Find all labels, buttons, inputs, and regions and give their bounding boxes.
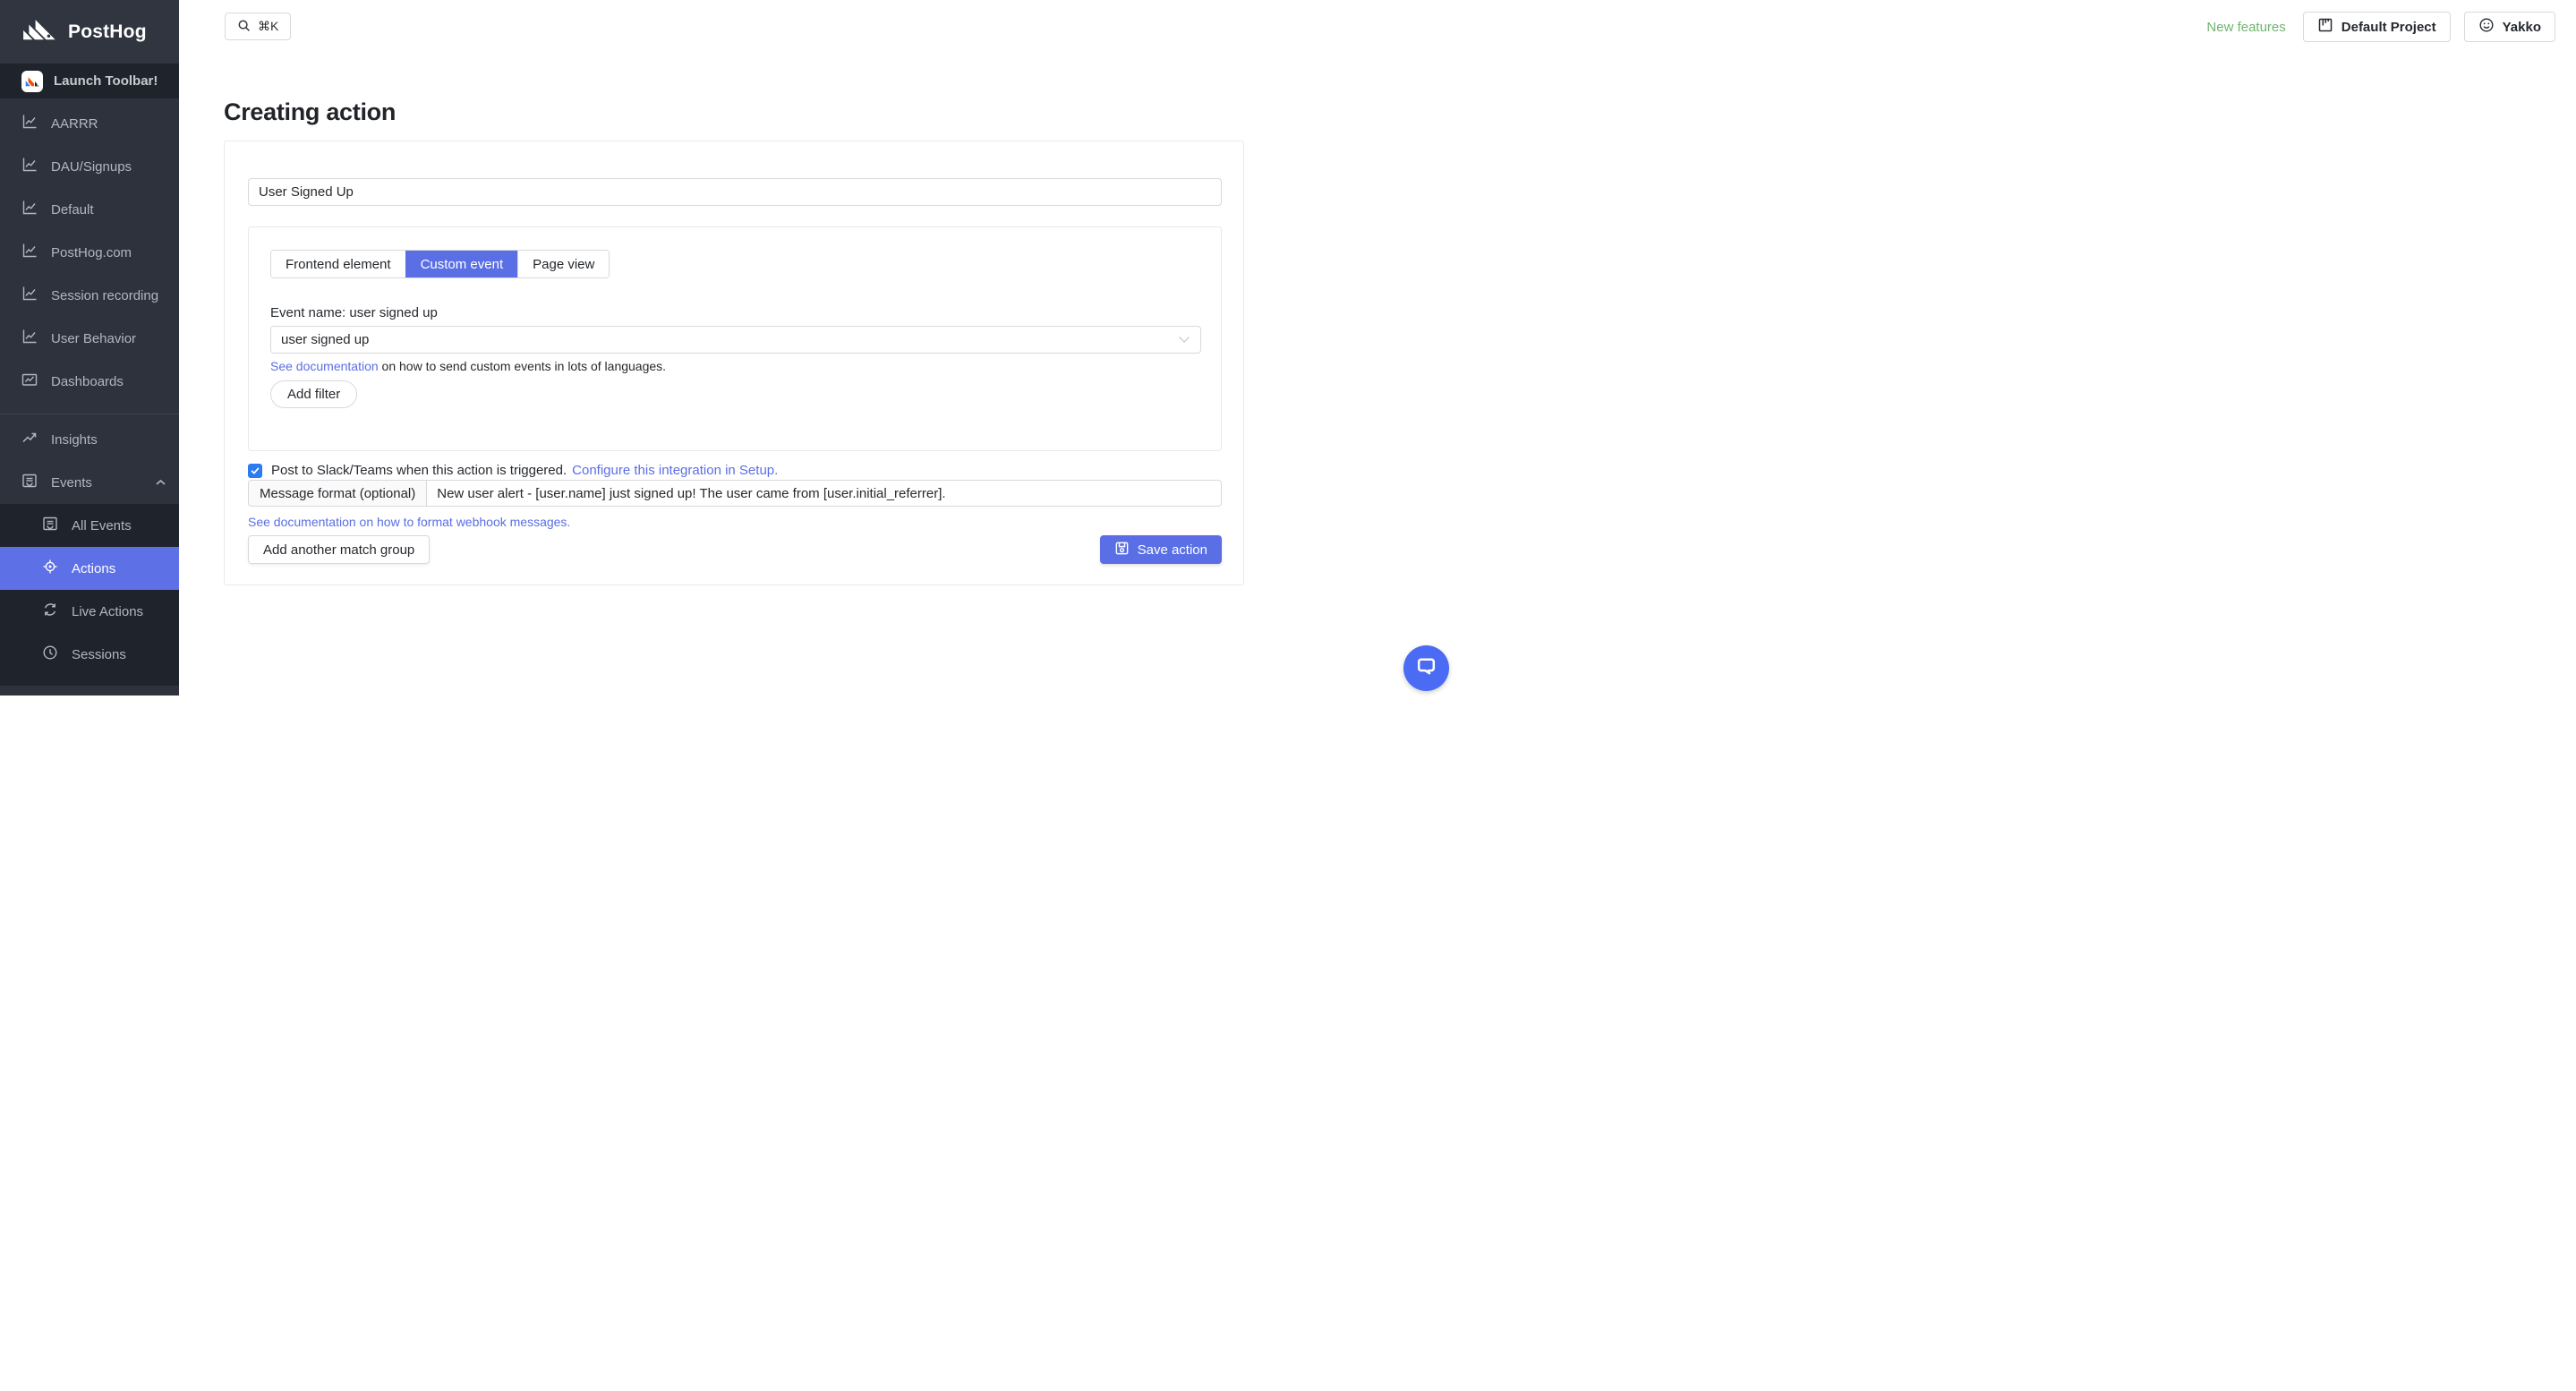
- message-format-group: Message format (optional): [248, 480, 1222, 507]
- launch-toolbar-label: Launch Toolbar!: [54, 73, 158, 89]
- posthog-logo-icon: [21, 18, 59, 47]
- main-content: ⌘K New features Default Project Yakko Cr…: [179, 0, 2576, 1391]
- project-icon: [2317, 17, 2333, 37]
- events-icon: [21, 473, 38, 492]
- user-menu-button[interactable]: Yakko: [2464, 12, 2555, 42]
- chat-widget-button[interactable]: [1403, 645, 1449, 691]
- sidebar-item-aarrr[interactable]: AARRR: [0, 102, 179, 145]
- launch-toolbar-button[interactable]: Launch Toolbar!: [0, 64, 179, 98]
- configure-integration-link[interactable]: Configure this integration in Setup.: [572, 463, 778, 478]
- new-features-link[interactable]: New features: [2206, 20, 2285, 35]
- sidebar-item-dashboards[interactable]: Dashboards: [0, 360, 179, 403]
- tab-frontend-element[interactable]: Frontend element: [271, 251, 405, 277]
- tab-page-view[interactable]: Page view: [517, 251, 609, 277]
- project-switcher-button[interactable]: Default Project: [2303, 12, 2451, 42]
- line-chart-icon: [21, 200, 38, 219]
- clock-icon: [42, 644, 58, 664]
- chevron-down-icon: [1178, 332, 1190, 347]
- sidebar-item-live-actions[interactable]: Live Actions: [0, 590, 179, 633]
- search-shortcut: ⌘K: [258, 19, 278, 34]
- search-button[interactable]: ⌘K: [225, 13, 291, 40]
- events-icon: [42, 516, 58, 535]
- chevron-up-icon: [155, 475, 166, 491]
- save-action-label: Save action: [1138, 542, 1207, 558]
- match-type-tabs: Frontend element Custom event Page view: [270, 250, 610, 278]
- event-name-label: Event name: user signed up: [270, 305, 438, 320]
- message-format-label: Message format (optional): [248, 480, 427, 507]
- page-title: Creating action: [224, 98, 396, 126]
- line-chart-icon: [21, 157, 38, 176]
- line-chart-icon: [21, 243, 38, 262]
- custom-event-docs-text: See documentation on how to send custom …: [270, 359, 666, 373]
- sync-icon: [42, 602, 58, 621]
- smiley-icon: [2478, 17, 2495, 37]
- sidebar-item-actions[interactable]: Actions: [0, 547, 179, 590]
- message-format-input[interactable]: [427, 480, 1222, 507]
- aim-icon: [42, 559, 58, 578]
- sidebar-item-events[interactable]: Events: [0, 461, 179, 504]
- sidebar-item-default[interactable]: Default: [0, 188, 179, 231]
- posthog-logo[interactable]: PostHog: [0, 0, 179, 64]
- match-group-section: Frontend element Custom event Page view …: [248, 226, 1222, 451]
- user-button-label: Yakko: [2503, 20, 2541, 35]
- save-icon: [1114, 541, 1130, 559]
- event-select-value: user signed up: [281, 332, 369, 347]
- posthog-wordmark: PostHog: [68, 21, 147, 43]
- action-form-card: Frontend element Custom event Page view …: [224, 141, 1244, 585]
- events-submenu: All Events Actions Live Actions Sessions: [0, 504, 179, 686]
- webhook-docs-link[interactable]: See documentation on how to format webho…: [248, 515, 570, 529]
- line-chart-icon: [21, 286, 38, 305]
- dashboard-icon: [21, 371, 38, 391]
- slack-checkbox-label: Post to Slack/Teams when this action is …: [271, 463, 567, 478]
- line-chart-icon: [21, 114, 38, 133]
- add-filter-button[interactable]: Add filter: [270, 380, 357, 408]
- sidebar-item-sessions[interactable]: Sessions: [0, 633, 179, 676]
- sidebar-item-user-behavior[interactable]: User Behavior: [0, 317, 179, 360]
- event-name-select[interactable]: user signed up: [270, 326, 1201, 354]
- tab-custom-event[interactable]: Custom event: [405, 251, 518, 277]
- sidebar-item-dau-signups[interactable]: DAU/Signups: [0, 145, 179, 188]
- sidebar-item-posthog-com[interactable]: PostHog.com: [0, 231, 179, 274]
- search-icon: [237, 19, 251, 35]
- slack-checkbox[interactable]: [248, 464, 262, 478]
- add-match-group-button[interactable]: Add another match group: [248, 535, 430, 564]
- project-button-label: Default Project: [2341, 20, 2436, 35]
- sidebar: PostHog Launch Toolbar! AARRR DAU/Signup…: [0, 0, 179, 696]
- save-action-button[interactable]: Save action: [1100, 535, 1222, 564]
- line-chart-icon: [21, 329, 38, 348]
- sidebar-item-insights[interactable]: Insights: [0, 418, 179, 461]
- action-name-input[interactable]: [248, 178, 1222, 206]
- trending-up-icon: [21, 430, 38, 449]
- sidebar-item-all-events[interactable]: All Events: [0, 504, 179, 547]
- chat-bubble-icon: [1414, 654, 1438, 683]
- posthog-color-logo-icon: [21, 71, 43, 92]
- see-documentation-link[interactable]: See documentation: [270, 359, 379, 373]
- sidebar-item-session-recording[interactable]: Session recording: [0, 274, 179, 317]
